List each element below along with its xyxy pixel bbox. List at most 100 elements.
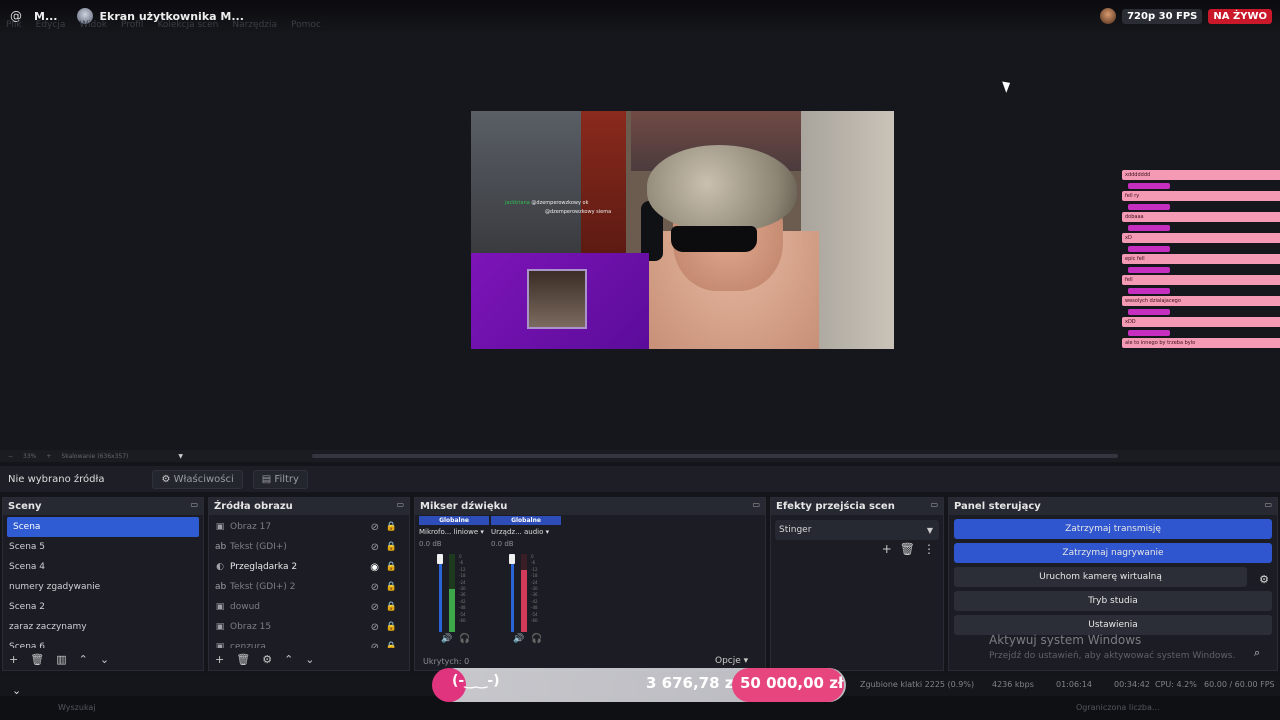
gear-icon[interactable]: ⚙ bbox=[1259, 573, 1269, 586]
popout-icon[interactable]: ▭ bbox=[190, 500, 198, 509]
channel-device[interactable]: Mikrofo... liniowe ▾ bbox=[419, 528, 489, 536]
trash-icon[interactable]: 🗑 bbox=[900, 542, 915, 556]
eye-slash-icon[interactable]: ⊘ bbox=[371, 522, 379, 533]
eye-slash-icon[interactable]: ⊘ bbox=[371, 602, 379, 613]
eye-slash-icon[interactable]: ⊘ bbox=[371, 622, 379, 633]
properties-button[interactable]: ⚙ Właściwości bbox=[152, 469, 243, 489]
chevron-down-icon[interactable]: ⌄ bbox=[100, 653, 109, 666]
popout-icon[interactable]: ▭ bbox=[1264, 500, 1272, 509]
preview-scrollbar[interactable] bbox=[312, 454, 1118, 458]
scene-item[interactable]: Scena 4 bbox=[3, 557, 203, 577]
source-item[interactable]: ab Tekst (GDI+) 2 ⊘ 🔒 bbox=[209, 577, 409, 597]
scene-item[interactable]: Scena bbox=[7, 517, 199, 537]
popout-icon[interactable]: ▭ bbox=[396, 500, 404, 509]
scene-item[interactable]: numery zgadywanie bbox=[3, 577, 203, 597]
canvas-chat-line2: @dzemperowzkowy siema bbox=[545, 209, 612, 215]
volume-slider[interactable] bbox=[511, 554, 514, 632]
source-item[interactable]: ab Tekst (GDI+) ⊘ 🔒 bbox=[209, 537, 409, 557]
volume-slider-knob[interactable] bbox=[437, 554, 443, 564]
add-icon[interactable]: + bbox=[9, 653, 18, 666]
menu-file[interactable]: Plik bbox=[6, 20, 22, 32]
headphones-icon[interactable]: 🎧 bbox=[531, 634, 542, 644]
stream-preview-canvas[interactable]: jacktriana @dzemperowzkowy ok @dzemperow… bbox=[471, 111, 894, 349]
speaker-icon[interactable]: 🔊 bbox=[513, 634, 524, 644]
taskbar-notice: Ograniczona liczba... bbox=[1076, 703, 1160, 712]
stop-recording-button[interactable]: Zatrzymaj nagrywanie bbox=[954, 543, 1272, 563]
lock-icon[interactable]: 🔒 bbox=[386, 582, 397, 592]
scene-item[interactable]: Scena 5 bbox=[3, 537, 203, 557]
mixer-options-button[interactable]: Opcje ▾ bbox=[715, 656, 748, 666]
menu-view[interactable]: Widok bbox=[79, 20, 107, 32]
source-toolbar: Nie wybrano źródła ⚙ Właściwości ▤ Filtr… bbox=[0, 466, 1280, 492]
transitions-title: Efekty przejścia scen bbox=[776, 501, 895, 512]
chevron-down-icon[interactable]: ⌄ bbox=[12, 684, 21, 697]
menu-profile[interactable]: Profil bbox=[121, 20, 143, 32]
taskbar-search[interactable]: Wyszukaj bbox=[58, 703, 96, 712]
volume-slider-knob[interactable] bbox=[509, 554, 515, 564]
source-item[interactable]: ▣ Obraz 15 ⊘ 🔒 bbox=[209, 617, 409, 637]
scene-item[interactable]: Scena 2 bbox=[3, 597, 203, 617]
image-icon: ▣ bbox=[215, 602, 225, 612]
lock-icon[interactable]: 🔒 bbox=[386, 602, 397, 612]
lock-icon[interactable]: 🔒 bbox=[386, 622, 397, 632]
overlay-photo bbox=[527, 269, 587, 329]
add-icon[interactable]: + bbox=[882, 542, 892, 556]
channel-device-label: Mikrofo... liniowe bbox=[419, 528, 479, 536]
lock-icon[interactable]: 🔒 bbox=[386, 522, 397, 532]
gear-icon: ⚙ bbox=[161, 473, 171, 485]
eye-slash-icon[interactable]: ⊘ bbox=[371, 582, 379, 593]
channel-device[interactable]: Urządz... audio ▾ bbox=[491, 528, 561, 536]
start-virtual-camera-button[interactable]: Uruchom kamerę wirtualną bbox=[954, 567, 1247, 587]
donation-bar: (-‿‿-) 3 676,78 zł 50 000,00 zł bbox=[432, 668, 846, 702]
source-label: Tekst (GDI+) 2 bbox=[230, 582, 296, 592]
room-door bbox=[581, 111, 626, 256]
filters-button[interactable]: ▤ Filtry bbox=[252, 469, 308, 489]
zoom-icon[interactable]: ⌕ bbox=[1254, 646, 1260, 660]
lock-icon[interactable]: 🔒 bbox=[386, 542, 397, 552]
popout-icon[interactable]: ▭ bbox=[930, 500, 938, 509]
scene-item[interactable]: zaraz zaczynamy bbox=[3, 617, 203, 637]
no-source-label: Nie wybrano źródła bbox=[8, 473, 105, 485]
eye-icon[interactable]: ◉ bbox=[370, 562, 379, 573]
controls-header: Panel sterujący ▭ bbox=[949, 498, 1277, 515]
trash-icon[interactable]: 🗑 bbox=[30, 653, 44, 666]
dropped-frames: Zgubione klatki 2225 (0.9%) bbox=[860, 680, 975, 689]
menu-edit[interactable]: Edycja bbox=[36, 20, 66, 32]
volume-slider[interactable] bbox=[439, 554, 442, 632]
source-item[interactable]: ▣ Obraz 17 ⊘ 🔒 bbox=[209, 517, 409, 537]
fps-readout: 60.00 / 60.00 FPS bbox=[1204, 680, 1275, 689]
scene-label: Scena 4 bbox=[9, 562, 46, 572]
headphones-icon[interactable]: 🎧 bbox=[459, 634, 470, 644]
zoom-in-icon[interactable]: + bbox=[46, 453, 51, 460]
chevron-up-icon[interactable]: ⌃ bbox=[79, 653, 88, 666]
chat-username bbox=[1128, 309, 1170, 315]
transition-select[interactable]: Stinger ▼ bbox=[775, 520, 939, 540]
menu-scene-collection[interactable]: Kolekcja scen bbox=[157, 20, 218, 32]
sunglasses bbox=[671, 226, 757, 252]
speaker-icon[interactable]: 🔊 bbox=[441, 634, 452, 644]
eye-slash-icon[interactable]: ⊘ bbox=[371, 542, 379, 553]
stop-streaming-button[interactable]: Zatrzymaj transmisję bbox=[954, 519, 1272, 539]
mixer-channel-desktop: Globalne Urządz... audio ▾ 0.0 dB 0 -6 -12… bbox=[491, 516, 561, 646]
meter-scale: 0 -6 -12 -18 -24 -30 -36 -42 -48 -54 -60 bbox=[459, 554, 466, 624]
gear-icon[interactable]: ⚙ bbox=[262, 653, 272, 666]
chat-overlay: xddddddd fell ry dobaaa xD epic fell fel… bbox=[1122, 170, 1280, 351]
zoom-out-icon[interactable]: − bbox=[8, 453, 13, 460]
trash-icon[interactable]: 🗑 bbox=[236, 653, 250, 666]
source-item[interactable]: ◐ Przeglądarka 2 ◉ 🔒 bbox=[209, 557, 409, 577]
studio-mode-button[interactable]: Tryb studia bbox=[954, 591, 1272, 611]
lock-icon[interactable]: 🔒 bbox=[386, 562, 397, 572]
chevron-down-icon[interactable]: ▼ bbox=[178, 453, 183, 460]
more-icon[interactable]: ⋮ bbox=[923, 542, 935, 556]
menu-tools[interactable]: Narzędzia bbox=[232, 20, 277, 32]
settings-button[interactable]: Ustawienia bbox=[954, 615, 1272, 635]
popout-icon[interactable]: ▭ bbox=[752, 500, 760, 509]
add-icon[interactable]: + bbox=[215, 653, 224, 666]
menu-help[interactable]: Pomoc bbox=[291, 20, 321, 32]
source-item[interactable]: ▣ dowud ⊘ 🔒 bbox=[209, 597, 409, 617]
chat-username bbox=[1128, 225, 1170, 231]
chevron-up-icon[interactable]: ⌃ bbox=[284, 653, 293, 666]
chevron-down-icon[interactable]: ⌄ bbox=[305, 653, 314, 666]
scale-dropdown[interactable]: Skalowanie (636x357) bbox=[61, 453, 128, 460]
filter-icon[interactable]: ▥ bbox=[56, 653, 66, 666]
